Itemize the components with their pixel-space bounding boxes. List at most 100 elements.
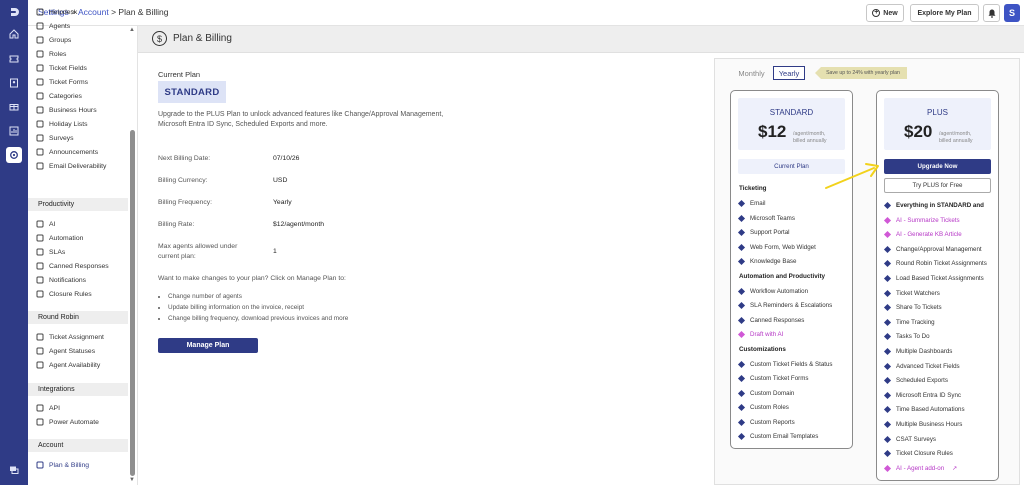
- sidebar-item-roles[interactable]: Roles: [36, 48, 66, 60]
- section-productivity: Productivity: [28, 198, 128, 211]
- sidebar-item-business-hours[interactable]: Business Hours: [36, 104, 97, 116]
- feature-label: Custom Ticket Forms: [750, 375, 809, 382]
- standard-plan-card: STANDARD $12 /agent/month, billed annual…: [730, 90, 853, 449]
- sidebar-item-automation[interactable]: Automation: [36, 232, 83, 244]
- diamond-bullet-icon: [883, 391, 892, 399]
- business-hours-icon: [36, 106, 44, 114]
- feature-label: Custom Domain: [750, 389, 795, 397]
- annotation-arrow-icon: [825, 163, 879, 189]
- feature-label: Advanced Ticket Fields: [896, 362, 960, 370]
- groups-icon: [36, 36, 44, 44]
- try-plus-button[interactable]: Try PLUS for Free: [884, 178, 991, 193]
- feature-label: Draft with AI: [750, 331, 784, 338]
- diamond-bullet-icon: [883, 347, 892, 356]
- app-rail: [0, 0, 28, 485]
- automation-icon: [36, 234, 44, 242]
- feature-item: CSAT Surveys: [883, 435, 936, 443]
- feature-item: Scheduled Exports: [883, 377, 948, 385]
- announcements-icon: [36, 148, 44, 156]
- sidebar-item-label: Categories: [49, 92, 82, 100]
- sidebar-item-categories[interactable]: Categories: [36, 90, 82, 102]
- sidebar-item-closure-rules[interactable]: Closure Rules: [36, 288, 92, 300]
- diamond-bullet-icon: [737, 287, 746, 295]
- sidebar-item-holiday-lists[interactable]: Holiday Lists: [36, 118, 88, 130]
- list-item: Update billing information on the invoic…: [168, 302, 348, 313]
- sidebar-item-label: Plan & Billing: [49, 461, 90, 469]
- sidebar-item-label: Ticket Forms: [49, 78, 89, 86]
- api-icon: [36, 404, 44, 412]
- settings-icon[interactable]: [6, 147, 22, 163]
- yearly-savings-tag: Save up to 24% with yearly plan: [815, 67, 907, 79]
- breadcrumb-account[interactable]: Account: [78, 7, 109, 17]
- billing-toggle-yearly[interactable]: Yearly: [773, 66, 805, 80]
- max-agents-value: 1: [273, 248, 277, 255]
- sidebar-item-email-deliverability[interactable]: Email Deliverability: [36, 160, 106, 172]
- sidebar-item-agents[interactable]: Agents: [36, 20, 70, 32]
- max-agents-label-line2: current plan:: [158, 253, 196, 260]
- sidebar-item-ticket-fields[interactable]: Ticket Fields: [36, 62, 87, 74]
- sidebar-item-agent-availability[interactable]: Agent Availability: [36, 359, 100, 371]
- feature-label: Ticket Watchers: [896, 289, 940, 297]
- diamond-bullet-icon: [737, 432, 746, 441]
- sidebar-item-notifications[interactable]: Notifications: [36, 274, 86, 286]
- reports-icon[interactable]: [6, 123, 22, 139]
- feature-label: Everything in STANDARD and: [896, 202, 984, 209]
- explore-my-plan-button[interactable]: Explore My Plan: [910, 4, 979, 22]
- sidebar-item-power-automate[interactable]: Power Automate: [36, 416, 99, 428]
- diamond-bullet-icon: [883, 289, 892, 297]
- manage-plan-button[interactable]: Manage Plan: [158, 338, 258, 353]
- scroll-up-icon[interactable]: ▲: [129, 27, 135, 33]
- feature-item: Support Portal: [737, 228, 790, 237]
- contacts-icon[interactable]: [6, 75, 22, 91]
- plus-price-unit: /agent/month, billed annually: [939, 131, 973, 144]
- email-deliverability-icon: [36, 162, 44, 170]
- home-icon[interactable]: [6, 26, 22, 42]
- sidebar-item-announcements[interactable]: Announcements: [36, 146, 98, 158]
- feature-label: Tasks To Do: [896, 333, 930, 341]
- feature-label: Microsoft Teams: [750, 214, 795, 222]
- diamond-bullet-icon: [883, 464, 892, 472]
- sidebar-item-groups[interactable]: Groups: [36, 34, 71, 46]
- avatar[interactable]: S: [1004, 4, 1020, 22]
- ticket-icon[interactable]: [6, 51, 22, 67]
- feature-label: AI - Agent add-on: [896, 464, 945, 472]
- ai-icon: [36, 220, 44, 228]
- diamond-bullet-icon: [883, 304, 892, 312]
- sidebar-item-ai[interactable]: AI: [36, 218, 55, 230]
- billing-toggle-monthly[interactable]: Monthly: [733, 66, 770, 80]
- sidebar-item-agent-statuses[interactable]: Agent Statuses: [36, 345, 95, 357]
- sidebar-item-canned-responses[interactable]: Canned Responses: [36, 260, 109, 272]
- feature-item: Custom Email Templates: [737, 432, 819, 441]
- sidebar-item-slas[interactable]: SLAs: [36, 246, 65, 258]
- next-billing-date-value: 07/10/26: [273, 155, 300, 162]
- sidebar-item-surveys[interactable]: Surveys: [36, 132, 74, 144]
- diamond-bullet-icon: [883, 420, 892, 429]
- sidebar-scrollbar[interactable]: [130, 130, 135, 476]
- plus-circle-icon: +: [872, 9, 881, 17]
- feature-label: Custom Email Templates: [750, 433, 819, 440]
- notifications-bell-icon[interactable]: [983, 4, 1000, 22]
- sidebar-item-ticket-forms[interactable]: Ticket Forms: [36, 76, 88, 88]
- gift-icon[interactable]: [6, 98, 22, 114]
- billing-currency-value: USD: [273, 177, 288, 184]
- diamond-bullet-icon: [737, 403, 746, 412]
- sidebar-item-ticket-assignment[interactable]: Ticket Assignment: [36, 331, 104, 343]
- feature-item: Round Robin Ticket Assignments: [883, 260, 987, 268]
- diamond-bullet-icon: [883, 406, 892, 414]
- upgrade-now-button[interactable]: Upgrade Now: [884, 159, 991, 174]
- new-button[interactable]: + New: [866, 4, 904, 22]
- scroll-down-icon[interactable]: ▼: [129, 477, 135, 483]
- sidebar-item-plan-billing[interactable]: Plan & Billing: [36, 459, 89, 471]
- logo-icon[interactable]: [6, 4, 22, 20]
- diamond-bullet-icon: [883, 435, 892, 443]
- billing-currency-label: Billing Currency:: [158, 177, 208, 184]
- sidebar-item-helpdesk[interactable]: Helpdesk: [36, 6, 77, 18]
- feature-item: Change/Approval Management: [883, 245, 982, 253]
- agent-statuses-icon: [36, 347, 44, 355]
- chat-icon[interactable]: [6, 462, 22, 478]
- diamond-bullet-icon: [737, 257, 746, 266]
- external-link-icon[interactable]: ↗: [952, 465, 957, 472]
- agent-availability-icon: [36, 361, 44, 369]
- notifications-icon: [36, 276, 44, 284]
- sidebar-item-api[interactable]: API: [36, 402, 60, 414]
